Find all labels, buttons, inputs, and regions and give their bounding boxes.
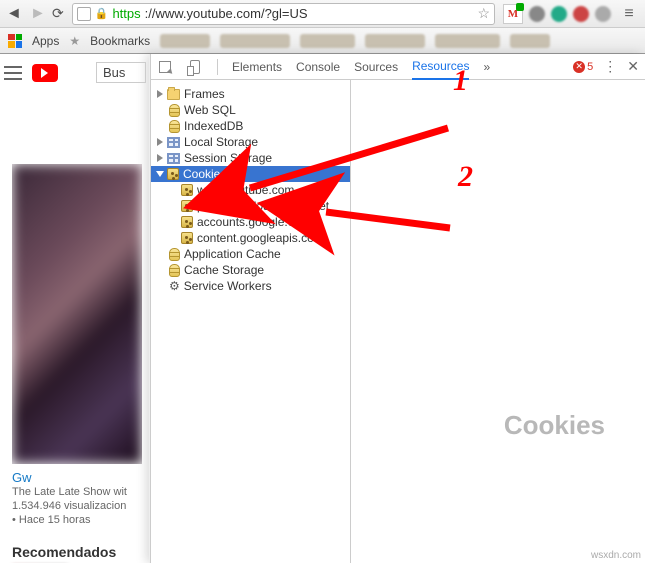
bookmarks-bar: Apps ★ Bookmarks <box>0 28 645 54</box>
cookie-icon <box>167 168 179 180</box>
tree-item-indexeddb[interactable]: IndexedDB <box>151 118 350 134</box>
youtube-logo[interactable] <box>32 64 58 82</box>
tab-console[interactable]: Console <box>296 55 340 79</box>
tree-item-localstorage[interactable]: Local Storage <box>151 134 350 150</box>
tree-item-cachestorage[interactable]: Cache Storage <box>151 262 350 278</box>
tab-elements[interactable]: Elements <box>232 55 282 79</box>
storage-icon <box>167 153 180 164</box>
gmail-extension-icon[interactable]: M <box>503 4 523 24</box>
annotation-number-2: 2 <box>458 160 473 194</box>
address-bar[interactable]: 🔒 https ://www.youtube.com/?gl=US ☆ <box>72 3 495 25</box>
tree-item-sessionstorage[interactable]: Session Storage <box>151 150 350 166</box>
devtools-tab-bar: Elements Console Sources Resources » ✕ 5… <box>151 54 645 80</box>
resources-tree: Frames Web SQL IndexedDB Local Storage S… <box>151 80 351 563</box>
extension-icon[interactable] <box>529 6 545 22</box>
device-mode-button[interactable] <box>187 59 203 75</box>
database-icon <box>169 248 180 261</box>
tree-item-serviceworkers[interactable]: ⚙Service Workers <box>151 278 350 294</box>
bookmarks-label[interactable]: Bookmarks <box>90 34 150 48</box>
tree-item-cookie-domain[interactable]: accounts.google.com <box>151 214 350 230</box>
error-badge-icon[interactable]: ✕ <box>573 61 585 73</box>
url-path: ://www.youtube.com/?gl=US <box>145 6 308 21</box>
gear-icon: ⚙ <box>169 280 180 292</box>
inspect-element-button[interactable] <box>157 59 173 75</box>
tree-item-cookie-domain[interactable]: www.youtube.com <box>151 182 350 198</box>
storage-icon <box>167 137 180 148</box>
bookmark-item[interactable] <box>220 34 290 48</box>
devtools-panel: Elements Console Sources Resources » ✕ 5… <box>150 54 645 563</box>
tree-item-cookies[interactable]: Cookies <box>151 166 350 182</box>
database-icon <box>169 120 180 133</box>
extension-icon[interactable] <box>595 6 611 22</box>
tab-more[interactable]: » <box>483 55 490 79</box>
database-icon <box>169 264 180 277</box>
hamburger-icon[interactable] <box>4 66 22 80</box>
video-title-link[interactable]: Gw <box>12 470 142 485</box>
cookie-icon <box>181 232 193 244</box>
folder-icon <box>167 89 180 100</box>
youtube-page: Bus Gw The Late Late Show wit 1.534.946 … <box>0 54 150 563</box>
video-channel: The Late Late Show wit <box>12 486 142 498</box>
cookie-icon <box>181 216 193 228</box>
cookie-icon <box>181 184 193 196</box>
reload-button[interactable]: ⟳ <box>52 5 64 22</box>
video-age: • Hace 15 horas <box>12 514 142 526</box>
tree-item-cookie-domain[interactable]: pubads.g.doubleclick.net <box>151 198 350 214</box>
youtube-search-input[interactable]: Bus <box>96 62 146 83</box>
tree-item-cookie-domain[interactable]: content.googleapis.com <box>151 230 350 246</box>
bookmark-item[interactable] <box>160 34 210 48</box>
apps-label[interactable]: Apps <box>32 34 59 48</box>
bookmarks-folder-icon: ★ <box>69 34 80 48</box>
resources-content: Cookies <box>351 80 645 563</box>
tree-item-websql[interactable]: Web SQL <box>151 102 350 118</box>
url-scheme: https <box>112 6 140 21</box>
video-views: 1.534.946 visualizacion <box>12 500 142 512</box>
tree-item-frames[interactable]: Frames <box>151 86 350 102</box>
content-placeholder-label: Cookies <box>504 410 605 441</box>
tab-sources[interactable]: Sources <box>354 55 398 79</box>
bookmark-item[interactable] <box>365 34 425 48</box>
bookmark-item[interactable] <box>435 34 500 48</box>
chrome-menu-button[interactable]: ≡ <box>619 5 639 23</box>
section-header-recommended: Recomendados <box>12 544 116 560</box>
extension-icon[interactable] <box>551 6 567 22</box>
database-icon <box>169 104 180 117</box>
annotation-number-1: 1 <box>453 64 468 98</box>
bookmark-star-icon[interactable]: ☆ <box>477 5 490 22</box>
back-button[interactable]: ◄ <box>6 5 20 23</box>
watermark: wsxdn.com <box>591 550 641 561</box>
devtools-close-button[interactable]: ✕ <box>627 58 639 75</box>
forward-button[interactable]: ► <box>30 5 44 23</box>
browser-toolbar: ◄ ► ⟳ 🔒 https ://www.youtube.com/?gl=US ☆… <box>0 0 645 28</box>
lock-icon: 🔒 <box>95 7 109 20</box>
devtools-menu-button[interactable]: ⋮ <box>603 58 617 75</box>
site-info-icon[interactable] <box>77 7 91 21</box>
apps-icon[interactable] <box>8 34 22 48</box>
cookie-icon <box>181 200 193 212</box>
extension-icon[interactable] <box>573 6 589 22</box>
tree-item-appcache[interactable]: Application Cache <box>151 246 350 262</box>
error-count[interactable]: 5 <box>587 61 593 73</box>
bookmark-item[interactable] <box>510 34 550 48</box>
bookmark-item[interactable] <box>300 34 355 48</box>
video-thumbnail[interactable] <box>12 164 142 464</box>
